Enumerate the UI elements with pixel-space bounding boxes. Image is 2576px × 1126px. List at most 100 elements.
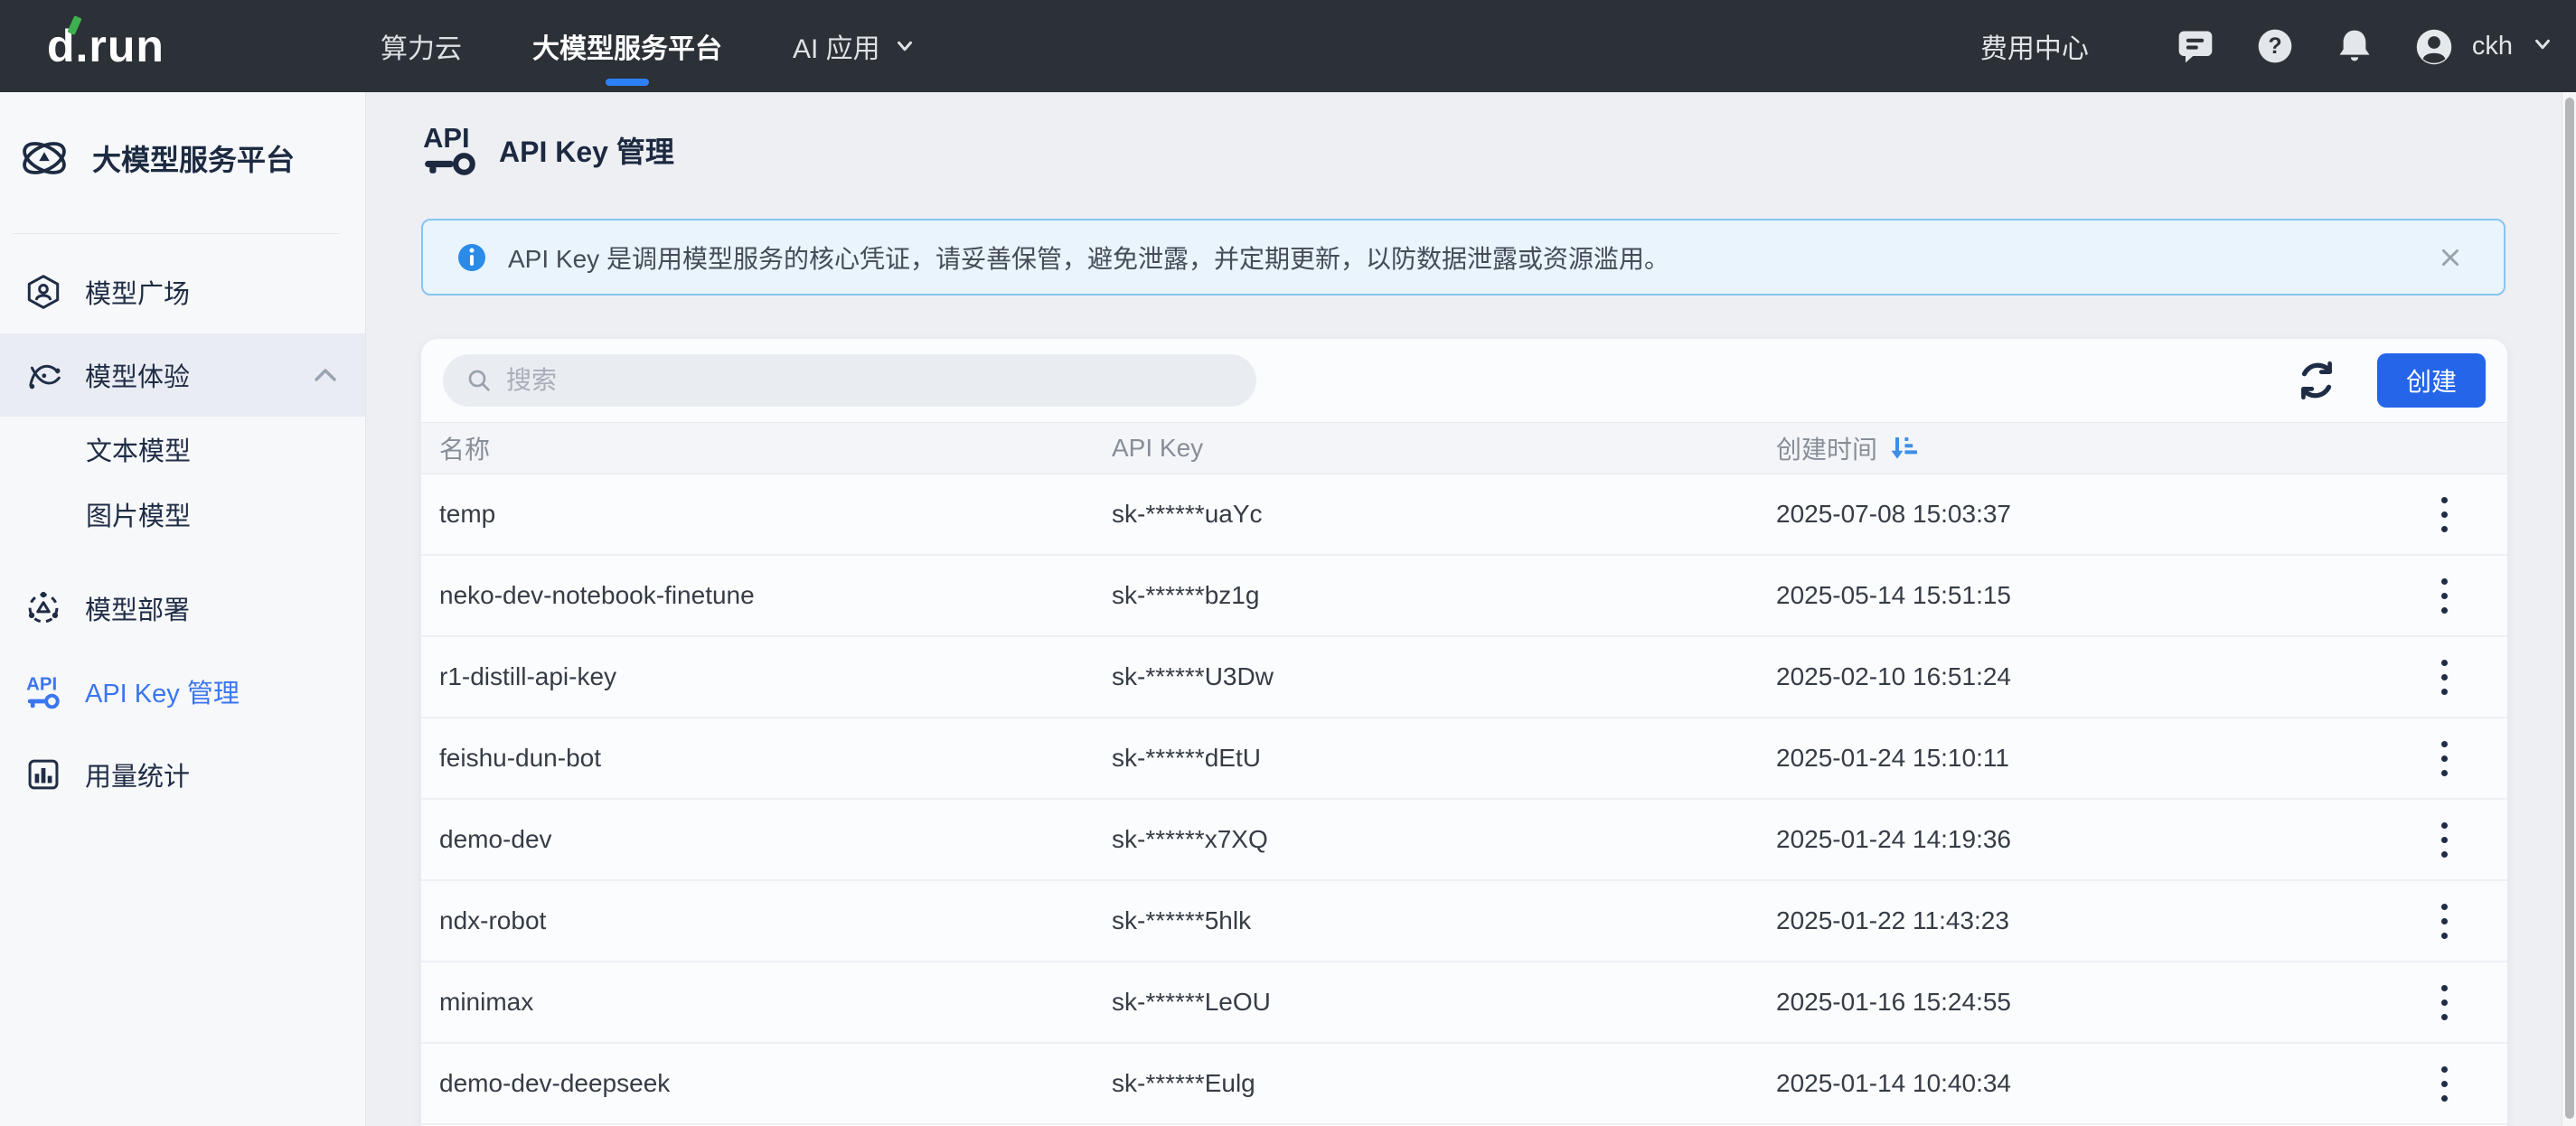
refresh-icon[interactable] xyxy=(2294,358,2339,403)
row-actions-kebab-icon[interactable] xyxy=(2429,732,2460,785)
sidebar-item-label: API Key 管理 xyxy=(85,672,240,710)
svg-text:API: API xyxy=(423,122,470,154)
api-key-name: minimax xyxy=(421,988,1094,1017)
top-navbar: d.run 算力云 大模型服务平台 AI 应用 费用中心 ? xyxy=(0,0,2576,92)
nav-item-llm-platform[interactable]: 大模型服务平台 xyxy=(532,0,722,92)
api-key-masked-value: sk-******Eulg xyxy=(1094,1069,1758,1098)
banner-close-icon[interactable] xyxy=(2435,242,2466,273)
table-header: 名称 API Key 创建时间 xyxy=(421,422,2507,474)
row-actions-kebab-icon[interactable] xyxy=(2429,1057,2460,1111)
sidebar-item-label: 模型体验 xyxy=(85,356,190,394)
column-header-name: 名称 xyxy=(421,430,1094,466)
nav-item-label: 大模型服务平台 xyxy=(532,26,722,66)
chat-icon[interactable] xyxy=(2176,26,2215,66)
api-key-name: temp xyxy=(421,500,1094,529)
table-row: r1-distill-api-key sk-******U3Dw 2025-02… xyxy=(421,637,2507,718)
drun-logo[interactable]: d.run xyxy=(47,0,165,92)
row-actions-kebab-icon[interactable] xyxy=(2429,569,2460,623)
help-icon[interactable]: ? xyxy=(2255,26,2295,66)
api-key-masked-value: sk-******LeOU xyxy=(1094,988,1758,1017)
api-key-created-time: 2025-01-24 14:19:36 xyxy=(1758,825,2381,854)
platform-logo-icon xyxy=(18,132,71,184)
sidebar-divider xyxy=(13,233,340,234)
info-icon xyxy=(456,241,488,274)
api-key-name: demo-dev xyxy=(421,825,1094,854)
api-key-masked-value: sk-******5hlk xyxy=(1094,906,1758,935)
chevron-up-icon[interactable] xyxy=(313,365,338,385)
table-body: temp sk-******uaYc 2025-07-08 15:03:37 n… xyxy=(421,474,2507,1125)
info-banner: API Key 是调用模型服务的核心凭证，请妥善保管，避免泄露，并定期更新，以防… xyxy=(421,219,2505,296)
primary-nav: 算力云 大模型服务平台 AI 应用 xyxy=(381,0,917,92)
bell-icon[interactable] xyxy=(2335,26,2374,66)
sidebar-item-label: 模型部署 xyxy=(85,589,190,627)
row-actions-kebab-icon[interactable] xyxy=(2429,895,2460,948)
column-header-created-time: 创建时间 xyxy=(1758,430,2381,466)
sidebar-item-label: 用量统计 xyxy=(85,755,190,793)
table-row: feishu-dun-bot sk-******dEtU 2025-01-24 … xyxy=(421,718,2507,800)
sort-descending-icon[interactable] xyxy=(1888,434,1917,463)
vertical-scrollbar-thumb[interactable] xyxy=(2565,98,2574,1119)
sidebar-item-api-key[interactable]: API API Key 管理 xyxy=(0,650,365,733)
navbar-right-group: 费用中心 ? xyxy=(1980,0,2554,92)
api-key-created-time: 2025-01-16 15:24:55 xyxy=(1758,988,2381,1017)
sidebar-item-model-experience[interactable]: 模型体验 xyxy=(0,333,365,417)
model-experience-icon xyxy=(24,355,63,395)
table-row: ndx-robot sk-******5hlk 2025-01-22 11:43… xyxy=(421,881,2507,962)
banner-message: API Key 是调用模型服务的核心凭证，请妥善保管，避免泄露，并定期更新，以防… xyxy=(508,239,1669,276)
table-row: demo-dev-deepseek sk-******Eulg 2025-01-… xyxy=(421,1044,2507,1125)
row-actions-kebab-icon[interactable] xyxy=(2429,813,2460,867)
avatar-icon xyxy=(2414,26,2454,66)
search-input[interactable] xyxy=(506,366,1235,395)
api-key-masked-value: sk-******bz1g xyxy=(1094,581,1758,610)
page-title: API Key 管理 xyxy=(499,129,674,171)
user-menu[interactable]: ckh xyxy=(2414,26,2554,66)
create-button[interactable]: 创建 xyxy=(2377,353,2486,408)
model-plaza-icon xyxy=(24,272,63,312)
table-row: demo-dev sk-******x7XQ 2025-01-24 14:19:… xyxy=(421,800,2507,881)
sidebar-title: 大模型服务平台 xyxy=(92,137,295,179)
api-key-created-time: 2025-01-24 15:10:11 xyxy=(1758,744,2381,773)
row-actions-kebab-icon[interactable] xyxy=(2429,651,2460,704)
nav-item-label: AI 应用 xyxy=(793,26,880,66)
usage-stats-icon xyxy=(24,755,63,794)
api-key-table-card: 创建 名称 API Key 创建时间 xyxy=(421,339,2507,1126)
svg-text:?: ? xyxy=(2268,34,2281,59)
column-label: API Key xyxy=(1112,434,1203,463)
api-key-created-time: 2025-01-22 11:43:23 xyxy=(1758,906,2381,935)
model-deploy-icon xyxy=(24,588,63,628)
api-key-masked-value: sk-******dEtU xyxy=(1094,744,1758,773)
api-key-masked-value: sk-******uaYc xyxy=(1094,500,1758,529)
sidebar: 大模型服务平台 模型广场 xyxy=(0,92,366,1126)
search-box[interactable] xyxy=(443,354,1256,407)
nav-item-label: 算力云 xyxy=(381,26,462,66)
table-row: minimax sk-******LeOU 2025-01-16 15:24:5… xyxy=(421,962,2507,1044)
logo-text: d.run xyxy=(47,20,165,72)
api-key-created-time: 2025-01-14 10:40:34 xyxy=(1758,1069,2381,1098)
sidebar-subitem-text-models[interactable]: 文本模型 xyxy=(0,417,365,482)
row-actions-kebab-icon[interactable] xyxy=(2429,488,2460,541)
api-key-created-time: 2025-07-08 15:03:37 xyxy=(1758,500,2381,529)
api-key-created-time: 2025-05-14 15:51:15 xyxy=(1758,581,2381,610)
username-text: ckh xyxy=(2472,32,2513,61)
nav-item-compute-cloud[interactable]: 算力云 xyxy=(381,0,462,92)
table-toolbar: 创建 xyxy=(421,339,2507,422)
toolbar-actions: 创建 xyxy=(2294,353,2486,408)
sidebar-subitem-image-models[interactable]: 图片模型 xyxy=(0,482,365,547)
sidebar-item-model-deploy[interactable]: 模型部署 xyxy=(0,567,365,650)
vertical-scrollbar-track[interactable] xyxy=(2562,92,2576,1126)
chevron-down-icon xyxy=(893,34,917,58)
sidebar-item-usage-stats[interactable]: 用量统计 xyxy=(0,733,365,816)
billing-center-link[interactable]: 费用中心 xyxy=(1980,26,2089,66)
api-key-masked-value: sk-******x7XQ xyxy=(1094,825,1758,854)
api-key-name: r1-distill-api-key xyxy=(421,662,1094,691)
main-content: API API Key 管理 API Key 是调用模型服务的核心凭证，请妥善保… xyxy=(366,92,2576,1126)
row-actions-kebab-icon[interactable] xyxy=(2429,976,2460,1029)
table-row: temp sk-******uaYc 2025-07-08 15:03:37 xyxy=(421,474,2507,556)
api-key-name: ndx-robot xyxy=(421,906,1094,935)
nav-item-ai-apps[interactable]: AI 应用 xyxy=(793,0,917,92)
column-header-api-key: API Key xyxy=(1094,434,1758,463)
sidebar-item-model-plaza[interactable]: 模型广场 xyxy=(0,250,365,333)
chevron-down-icon xyxy=(2531,33,2554,61)
api-key-name: neko-dev-notebook-finetune xyxy=(421,581,1094,610)
api-key-created-time: 2025-02-10 16:51:24 xyxy=(1758,662,2381,691)
